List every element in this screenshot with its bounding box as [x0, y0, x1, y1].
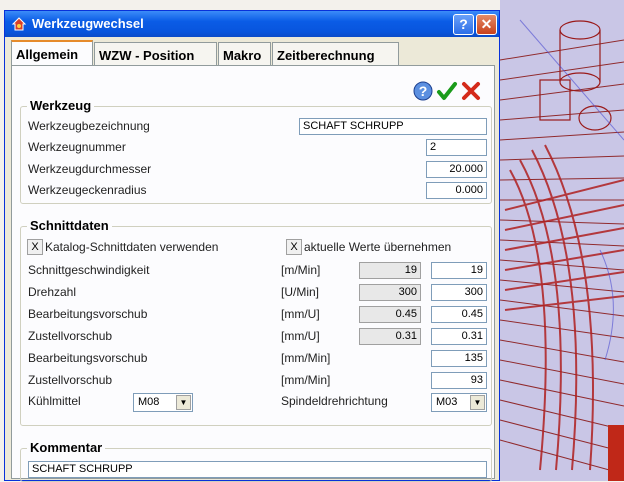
infeed-per-rev-label: Zustellvorschub — [28, 329, 113, 343]
cutting-speed-field[interactable]: 19 — [431, 262, 487, 279]
tab-panel-allgemein: ? Werkzeug Werkzeugbezeichnung SCHAFT SC… — [11, 65, 495, 482]
spindle-speed-catalog: 300 — [359, 284, 421, 301]
checkmark-icon[interactable] — [436, 80, 458, 102]
tool-name-label: Werkzeugbezeichnung — [28, 119, 150, 133]
feed-per-rev-catalog: 0.45 — [359, 306, 421, 323]
catalog-data-label: Katalog-Schnittdaten verwenden — [45, 240, 219, 254]
apply-current-label: aktuelle Werte übernehmen — [304, 240, 452, 254]
infeed-per-min-unit: [mm/Min] — [281, 373, 331, 387]
kommentar-group-title: Kommentar — [27, 440, 106, 455]
title-bar[interactable]: Werkzeugwechsel ? ✕ — [5, 11, 499, 37]
coolant-select[interactable]: M08 ▼ — [133, 393, 193, 412]
tool-number-label: Werkzeugnummer — [28, 140, 126, 154]
werkzeug-group-title: Werkzeug — [27, 98, 95, 113]
infeed-per-min-label: Zustellvorschub — [28, 373, 113, 387]
feed-per-rev-unit: [mm/U] — [281, 307, 320, 321]
close-button[interactable]: ✕ — [476, 14, 497, 35]
window-title: Werkzeugwechsel — [32, 16, 144, 31]
kommentar-group: Kommentar SCHAFT SCHRUPP — [20, 440, 492, 482]
catalog-data-checkbox[interactable]: X — [27, 239, 43, 255]
feed-per-rev-label: Bearbeitungsvorschub — [28, 307, 148, 321]
schnittdaten-group-title: Schnittdaten — [27, 218, 112, 233]
infeed-per-rev-unit: [mm/U] — [281, 329, 320, 343]
spindle-direction-value: M03 — [436, 396, 458, 408]
tab-zeitberechnung[interactable]: Zeitberechnung — [272, 42, 399, 66]
feed-per-rev-field[interactable]: 0.45 — [431, 306, 487, 323]
tool-number-field[interactable]: 2 — [426, 139, 487, 156]
comment-field[interactable]: SCHAFT SCHRUPP — [28, 461, 487, 478]
tool-diameter-field[interactable]: 20.000 — [426, 161, 487, 178]
chevron-down-icon[interactable]: ▼ — [470, 395, 485, 410]
corner-radius-label: Werkzeugeckenradius — [28, 183, 147, 197]
svg-text:?: ? — [419, 83, 428, 99]
x-icon[interactable] — [460, 80, 482, 102]
werkzeug-group: Werkzeug Werkzeugbezeichnung SCHAFT SCHR… — [20, 98, 492, 204]
infeed-per-rev-field[interactable]: 0.31 — [431, 328, 487, 345]
cutting-speed-unit: [m/Min] — [281, 263, 321, 277]
tab-allgemein[interactable]: Allgemein — [11, 40, 93, 67]
help-button[interactable]: ? — [453, 14, 474, 35]
infeed-per-rev-catalog: 0.31 — [359, 328, 421, 345]
feed-per-min-unit: [mm/Min] — [281, 351, 331, 365]
feed-per-min-field[interactable]: 135 — [431, 350, 487, 367]
schnittdaten-group: Schnittdaten X Katalog-Schnittdaten verw… — [20, 218, 492, 426]
spindle-speed-unit: [U/Min] — [281, 285, 320, 299]
cutting-speed-label: Schnittgeschwindigkeit — [28, 263, 150, 277]
tool-diameter-label: Werkzeugdurchmesser — [28, 162, 152, 176]
tab-wzw-position[interactable]: WZW - Position — [94, 42, 217, 66]
chevron-down-icon[interactable]: ▼ — [176, 395, 191, 410]
coolant-label: Kühlmittel — [28, 394, 81, 408]
tool-change-dialog: Werkzeugwechsel ? ✕ Allgemein WZW - Posi… — [4, 10, 500, 482]
spindle-speed-label: Drehzahl — [28, 285, 77, 299]
tab-makro[interactable]: Makro — [218, 42, 271, 66]
coolant-value: M08 — [138, 396, 160, 408]
question-icon[interactable]: ? — [412, 80, 434, 102]
cutting-speed-catalog: 19 — [359, 262, 421, 279]
corner-radius-field[interactable]: 0.000 — [426, 182, 487, 199]
apply-current-checkbox[interactable]: X — [286, 239, 302, 255]
feed-per-min-label: Bearbeitungsvorschub — [28, 351, 148, 365]
app-icon — [11, 17, 27, 31]
spindle-speed-field[interactable]: 300 — [431, 284, 487, 301]
spindle-direction-label: Spindeldrehrichtung — [281, 394, 388, 408]
infeed-per-min-field[interactable]: 93 — [431, 372, 487, 389]
spindle-direction-select[interactable]: M03 ▼ — [431, 393, 487, 412]
tool-name-field[interactable]: SCHAFT SCHRUPP — [299, 118, 487, 135]
